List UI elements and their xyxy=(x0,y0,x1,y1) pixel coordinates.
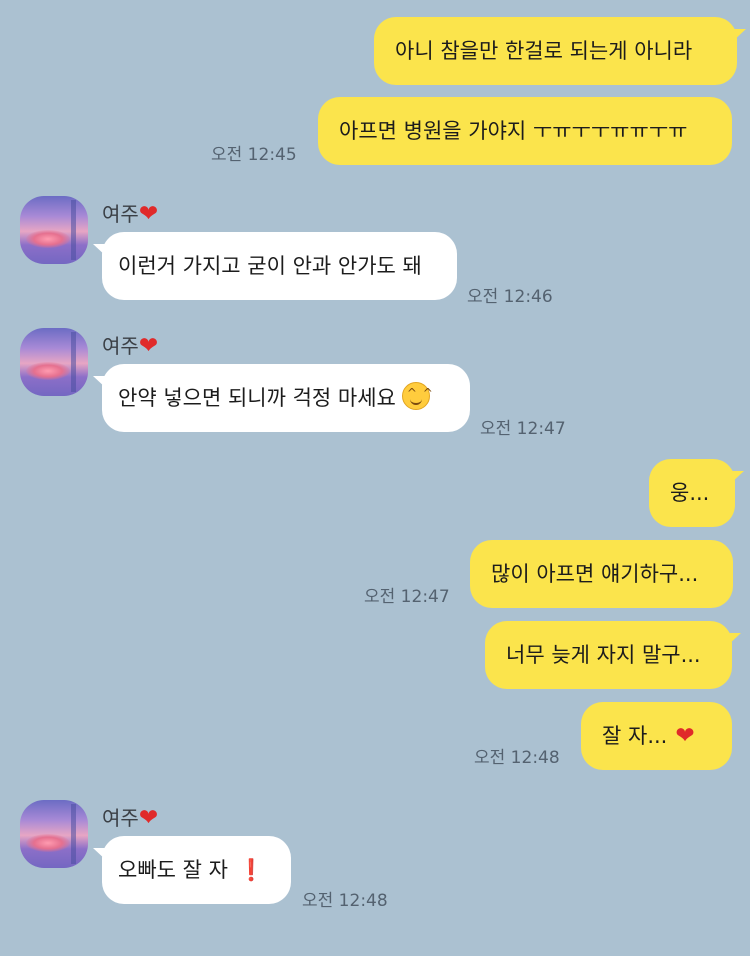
avatar[interactable] xyxy=(20,328,88,396)
red-heart-icon: ❤ xyxy=(675,723,695,749)
timestamp: 오전 12:45 xyxy=(211,145,297,165)
incoming-message[interactable]: 오빠도 잘 자 ❗ xyxy=(93,836,291,904)
message-text: 이런거 가지고 굳이 안과 안가도 돼 xyxy=(118,254,422,278)
outgoing-message[interactable]: 웅... xyxy=(649,459,744,527)
message-text: 아니 참을만 한걸로 되는게 아니라 xyxy=(395,39,693,63)
message-text: 많이 아프면 얘기하구... xyxy=(491,562,699,586)
outgoing-message[interactable]: 아니 참을만 한걸로 되는게 아니라 xyxy=(374,17,746,85)
message-text: 웅... xyxy=(670,481,710,505)
outgoing-message[interactable]: 많이 아프면 얘기하구... xyxy=(470,540,733,608)
avatar[interactable] xyxy=(20,800,88,868)
timestamp: 오전 12:46 xyxy=(467,287,553,307)
outgoing-message[interactable]: 너무 늦게 자지 말구... xyxy=(485,621,741,689)
timestamp: 오전 12:47 xyxy=(480,419,566,439)
smiling-face-icon xyxy=(401,359,434,427)
outgoing-message[interactable]: 아프면 병원을 가야지 ㅜㅠㅜㅜㅠㅠㅜㅠ xyxy=(318,97,732,165)
message-text: 오빠도 잘 자 xyxy=(118,858,228,882)
sender-name: 여주❤ xyxy=(102,805,159,831)
outgoing-message[interactable]: 잘 자... ❤ xyxy=(581,702,732,770)
sender-name: 여주❤ xyxy=(102,333,159,359)
red-heart-icon: ❤ xyxy=(138,805,159,831)
timestamp: 오전 12:47 xyxy=(364,587,450,607)
red-heart-icon: ❤ xyxy=(138,201,159,227)
red-heart-icon: ❤ xyxy=(138,333,159,359)
exclamation-icon: ❗ xyxy=(237,858,265,882)
message-text: 아프면 병원을 가야지 ㅜㅠㅜㅜㅠㅠㅜㅠ xyxy=(339,119,688,143)
message-text: 안약 넣으면 되니까 걱정 마세요 xyxy=(118,386,396,410)
avatar[interactable] xyxy=(20,196,88,264)
timestamp: 오전 12:48 xyxy=(302,891,388,911)
incoming-message[interactable]: 안약 넣으면 되니까 걱정 마세요 xyxy=(93,359,470,432)
message-text: 너무 늦게 자지 말구... xyxy=(506,643,701,667)
timestamp: 오전 12:48 xyxy=(474,748,560,768)
incoming-message[interactable]: 이런거 가지고 굳이 안과 안가도 돼 xyxy=(93,232,457,300)
message-text: 잘 자... xyxy=(602,724,668,748)
sender-name: 여주❤ xyxy=(102,201,159,227)
